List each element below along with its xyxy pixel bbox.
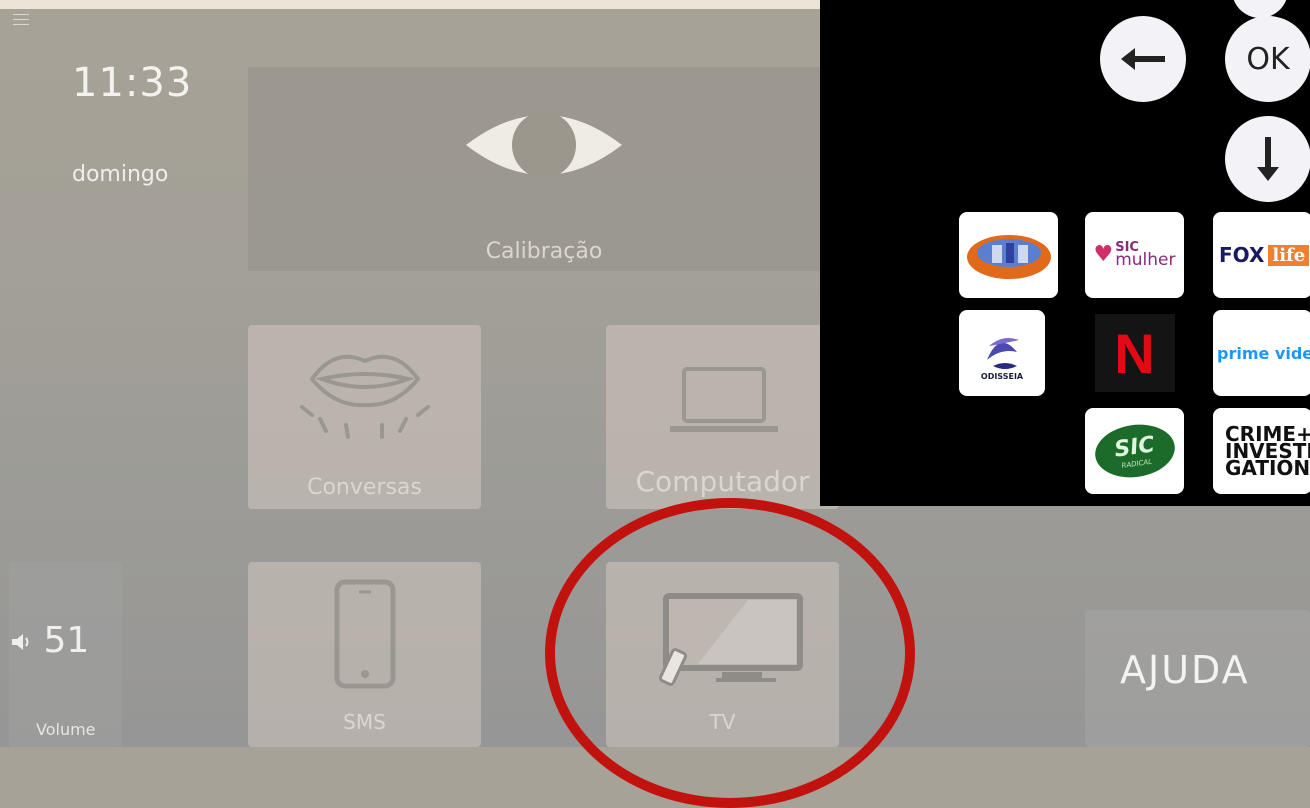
tv-remote-panel: OK ♥ SIC mulher FOX life ODISSEIA N prim… — [820, 0, 1310, 506]
computer-tile[interactable]: Computador — [606, 325, 839, 509]
speaker-icon — [12, 634, 29, 650]
conversations-tile[interactable]: Conversas — [248, 325, 481, 509]
calibration-label: Calibração — [485, 239, 603, 264]
menu-icon[interactable] — [13, 14, 29, 26]
back-button[interactable] — [1100, 16, 1186, 102]
conversations-label: Conversas — [307, 475, 422, 500]
channel-sic[interactable] — [959, 212, 1058, 298]
prime-video-label: prime video — [1217, 343, 1310, 363]
channel-sic-mulher[interactable]: ♥ SIC mulher — [1085, 212, 1184, 298]
sic-mulher-name: mulher — [1115, 250, 1176, 271]
odisseia-logo — [987, 337, 1019, 369]
ok-button[interactable]: OK — [1225, 16, 1310, 102]
arrow-down-icon — [1257, 137, 1279, 181]
channel-sic-radical[interactable]: SIC RADICAL — [1085, 408, 1184, 494]
arrow-left-icon — [1121, 48, 1165, 70]
odisseia-label: ODISSEIA — [980, 371, 1024, 381]
highlight-circle — [545, 498, 915, 808]
channel-netflix[interactable]: N — [1085, 310, 1184, 396]
sms-label: SMS — [343, 710, 386, 734]
life-label: life — [1268, 244, 1310, 266]
channel-odisseia[interactable]: ODISSEIA — [959, 310, 1045, 396]
volume-label: Volume — [36, 720, 96, 739]
netflix-logo: N — [1114, 321, 1155, 385]
arrow-up-button[interactable] — [1232, 0, 1288, 18]
eye-icon — [466, 112, 622, 178]
channel-crime-investigation[interactable]: CRIME+ INVESTI GATION — [1213, 408, 1310, 494]
gation-label: GATION — [1225, 455, 1310, 480]
channel-fox-life[interactable]: FOX life — [1213, 212, 1310, 298]
phone-icon — [334, 579, 396, 689]
heart-icon: ♥ — [1093, 242, 1114, 268]
computer-label: Computador — [635, 465, 810, 498]
sic-logo — [966, 235, 1051, 279]
calibration-tile[interactable]: Calibração — [248, 67, 840, 271]
fox-label: FOX — [1219, 243, 1265, 267]
ok-label: OK — [1246, 41, 1290, 77]
volume-value-row: 51 — [10, 620, 89, 661]
clock-time: 11:33 — [72, 60, 193, 106]
sms-tile[interactable]: SMS — [248, 562, 481, 747]
arrow-down-button[interactable] — [1225, 116, 1310, 202]
help-label: AJUDA — [1120, 648, 1250, 692]
lips-icon — [300, 354, 430, 439]
volume-value: 51 — [43, 620, 90, 661]
laptop-icon — [670, 367, 778, 432]
day-of-week: domingo — [72, 162, 169, 187]
channel-prime-video[interactable]: prime video — [1213, 310, 1310, 396]
